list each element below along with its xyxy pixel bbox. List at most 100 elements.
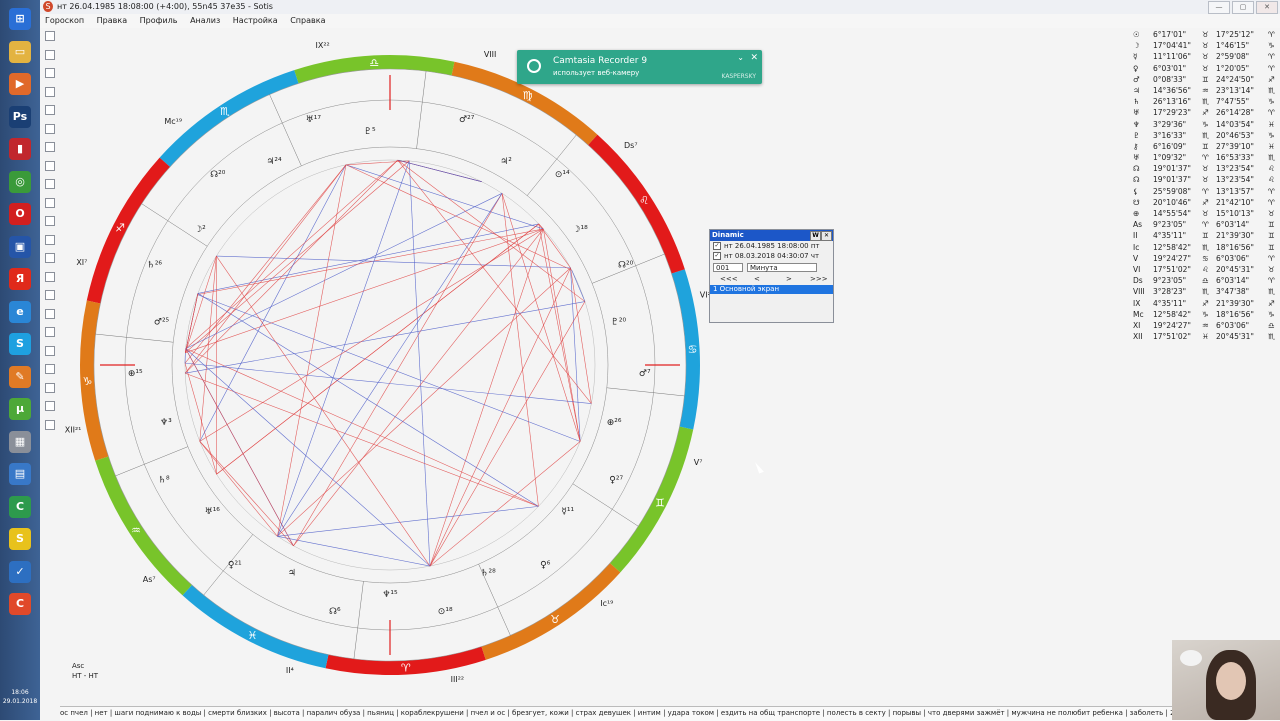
natal-position: 12°58'42"	[1153, 242, 1191, 253]
tool-button[interactable]	[45, 253, 55, 263]
calculator-icon[interactable]: ▦	[9, 431, 31, 453]
menu-profile[interactable]: Профиль	[135, 14, 183, 28]
natal-position: 17°29'23"	[1153, 107, 1191, 118]
tool-button[interactable]	[45, 272, 55, 282]
opera-icon[interactable]: O	[9, 203, 31, 225]
natal-sign: ♌	[1202, 264, 1209, 275]
tool-button[interactable]	[45, 235, 55, 245]
paint-icon[interactable]: ✎	[9, 366, 31, 388]
nav-forward-button[interactable]: >	[786, 275, 792, 283]
natal-position: 0°08'33"	[1153, 74, 1186, 85]
nav-back-button[interactable]: <	[754, 275, 760, 283]
tool-button[interactable]	[45, 309, 55, 319]
planet-positions-list: ☉6°17'01"♉17°25'12"♈☽17°04'41"♉1°46'15"♑…	[1131, 29, 1280, 342]
tool-button[interactable]	[45, 161, 55, 171]
tool-button[interactable]	[45, 142, 55, 152]
maximize-button[interactable]: ▢	[1232, 1, 1254, 14]
tool-button[interactable]	[45, 198, 55, 208]
norton-icon[interactable]: S	[9, 528, 31, 550]
window-titlebar: S нт 26.04.1985 18:08:00 (+4:00), 55n45 …	[40, 0, 1280, 15]
menu-help[interactable]: Справка	[285, 14, 330, 28]
tool-button[interactable]	[45, 50, 55, 60]
pdf-icon[interactable]: ▮	[9, 138, 31, 160]
natal-position: 4°35'11"	[1153, 230, 1186, 241]
tool-button[interactable]	[45, 68, 55, 78]
tool-button[interactable]	[45, 290, 55, 300]
natal-sign: ♈	[1202, 152, 1209, 163]
kaspersky-label: KASPERSKY	[721, 73, 756, 80]
tool-button[interactable]	[45, 124, 55, 134]
menu-edit[interactable]: Правка	[92, 14, 132, 28]
chevron-down-icon[interactable]: ⌄	[737, 53, 744, 62]
tool-button[interactable]	[45, 179, 55, 189]
camtasia-icon[interactable]: C	[9, 496, 31, 518]
tool-button[interactable]	[45, 383, 55, 393]
planet-glyph: ♅¹⁷	[306, 115, 322, 125]
zodiac-symbol: ♒	[131, 524, 141, 537]
menu-analysis[interactable]: Анализ	[185, 14, 225, 28]
checkbox-natal[interactable]: ✓	[713, 242, 721, 250]
photoshop-icon[interactable]: Ps	[9, 106, 31, 128]
unit-select[interactable]: Минута	[747, 263, 817, 272]
natal-sign: ♏	[1202, 130, 1209, 141]
natal-sign: ♒	[1202, 85, 1209, 96]
nav-fast-forward-button[interactable]: >>>	[810, 275, 828, 283]
planet-glyph: ♄⁸	[158, 476, 170, 486]
tool-button[interactable]	[45, 420, 55, 430]
screen-icon[interactable]: ▤	[9, 463, 31, 485]
tool-button[interactable]	[45, 327, 55, 337]
natal-sign: ♉	[1202, 40, 1209, 51]
menu-settings[interactable]: Настройка	[228, 14, 283, 28]
save-icon[interactable]: ▣	[9, 236, 31, 258]
camtasia-notification[interactable]: Camtasia Recorder 9 использует веб-камер…	[517, 50, 762, 84]
horoscope-wheel[interactable]: ♈♉♊♋♌♍♎♏♐♑♒♓IX²²Mc¹⁹XI⁷XII²¹As⁷II⁴III²²I…	[60, 30, 760, 700]
tool-button[interactable]	[45, 105, 55, 115]
tool-button[interactable]	[45, 216, 55, 226]
transit-sign: ♐	[1268, 74, 1275, 85]
dynamic-row-natal[interactable]: ✓нт 26.04.1985 18:08:00 пт	[710, 241, 833, 251]
close-button[interactable]: ✕	[1256, 1, 1278, 14]
taskbar-clock[interactable]: 18:06 29.01.2018	[0, 688, 40, 706]
skype-icon[interactable]: S	[9, 333, 31, 355]
planet-glyph: ⊙¹⁴	[555, 170, 570, 180]
folder-icon[interactable]: ▭	[9, 41, 31, 63]
planet-symbol: ♂	[1133, 74, 1140, 85]
windows-start-icon[interactable]: ⊞	[9, 8, 31, 30]
minimize-button[interactable]: —	[1208, 1, 1230, 14]
screen-select[interactable]: 1 Основной экран	[710, 285, 833, 294]
dynamic-row-transit[interactable]: ✓нт 08.03.2018 04:30:07 чт	[710, 251, 833, 261]
menu-horoscope[interactable]: Гороскоп	[40, 14, 89, 28]
ie-icon[interactable]: e	[9, 301, 31, 323]
torrent-icon[interactable]: µ	[9, 398, 31, 420]
dynamic-close-button[interactable]: ✕	[821, 231, 832, 241]
step-input[interactable]: 001	[713, 263, 743, 272]
recorder-icon[interactable]: C	[9, 593, 31, 615]
planet-symbol: Mc	[1133, 309, 1144, 320]
media-player-icon[interactable]: ▶	[9, 73, 31, 95]
close-icon[interactable]: ✕	[750, 53, 758, 63]
tool-button[interactable]	[45, 401, 55, 411]
dynamic-w-button[interactable]: W	[810, 231, 821, 241]
yandex-icon[interactable]: Я	[9, 268, 31, 290]
chrome-icon[interactable]: ◎	[9, 171, 31, 193]
zodiac-symbol: ♍	[523, 89, 533, 102]
tool-button[interactable]	[45, 346, 55, 356]
check-icon[interactable]: ✓	[9, 561, 31, 583]
planet-glyph: ♆³	[160, 418, 172, 428]
transit-sign: ♈	[1268, 107, 1275, 118]
tool-button[interactable]	[45, 31, 55, 41]
tool-strip	[43, 31, 57, 438]
natal-sign: ♏	[1202, 96, 1209, 107]
planet-symbol: XI	[1133, 320, 1140, 331]
transit-position: 21°39'30"	[1216, 230, 1254, 241]
tool-button[interactable]	[45, 87, 55, 97]
nav-fast-back-button[interactable]: <<<	[720, 275, 738, 283]
planet-row: ☽17°04'41"♉1°46'15"♑	[1131, 40, 1280, 51]
transit-sign: ♏	[1268, 152, 1275, 163]
checkbox-transit[interactable]: ✓	[713, 252, 721, 260]
lamp	[1180, 650, 1202, 666]
webcam-icon	[527, 59, 541, 73]
natal-position: 3°29'36"	[1153, 119, 1186, 130]
tool-button[interactable]	[45, 364, 55, 374]
transit-position: 16°53'33"	[1216, 152, 1254, 163]
